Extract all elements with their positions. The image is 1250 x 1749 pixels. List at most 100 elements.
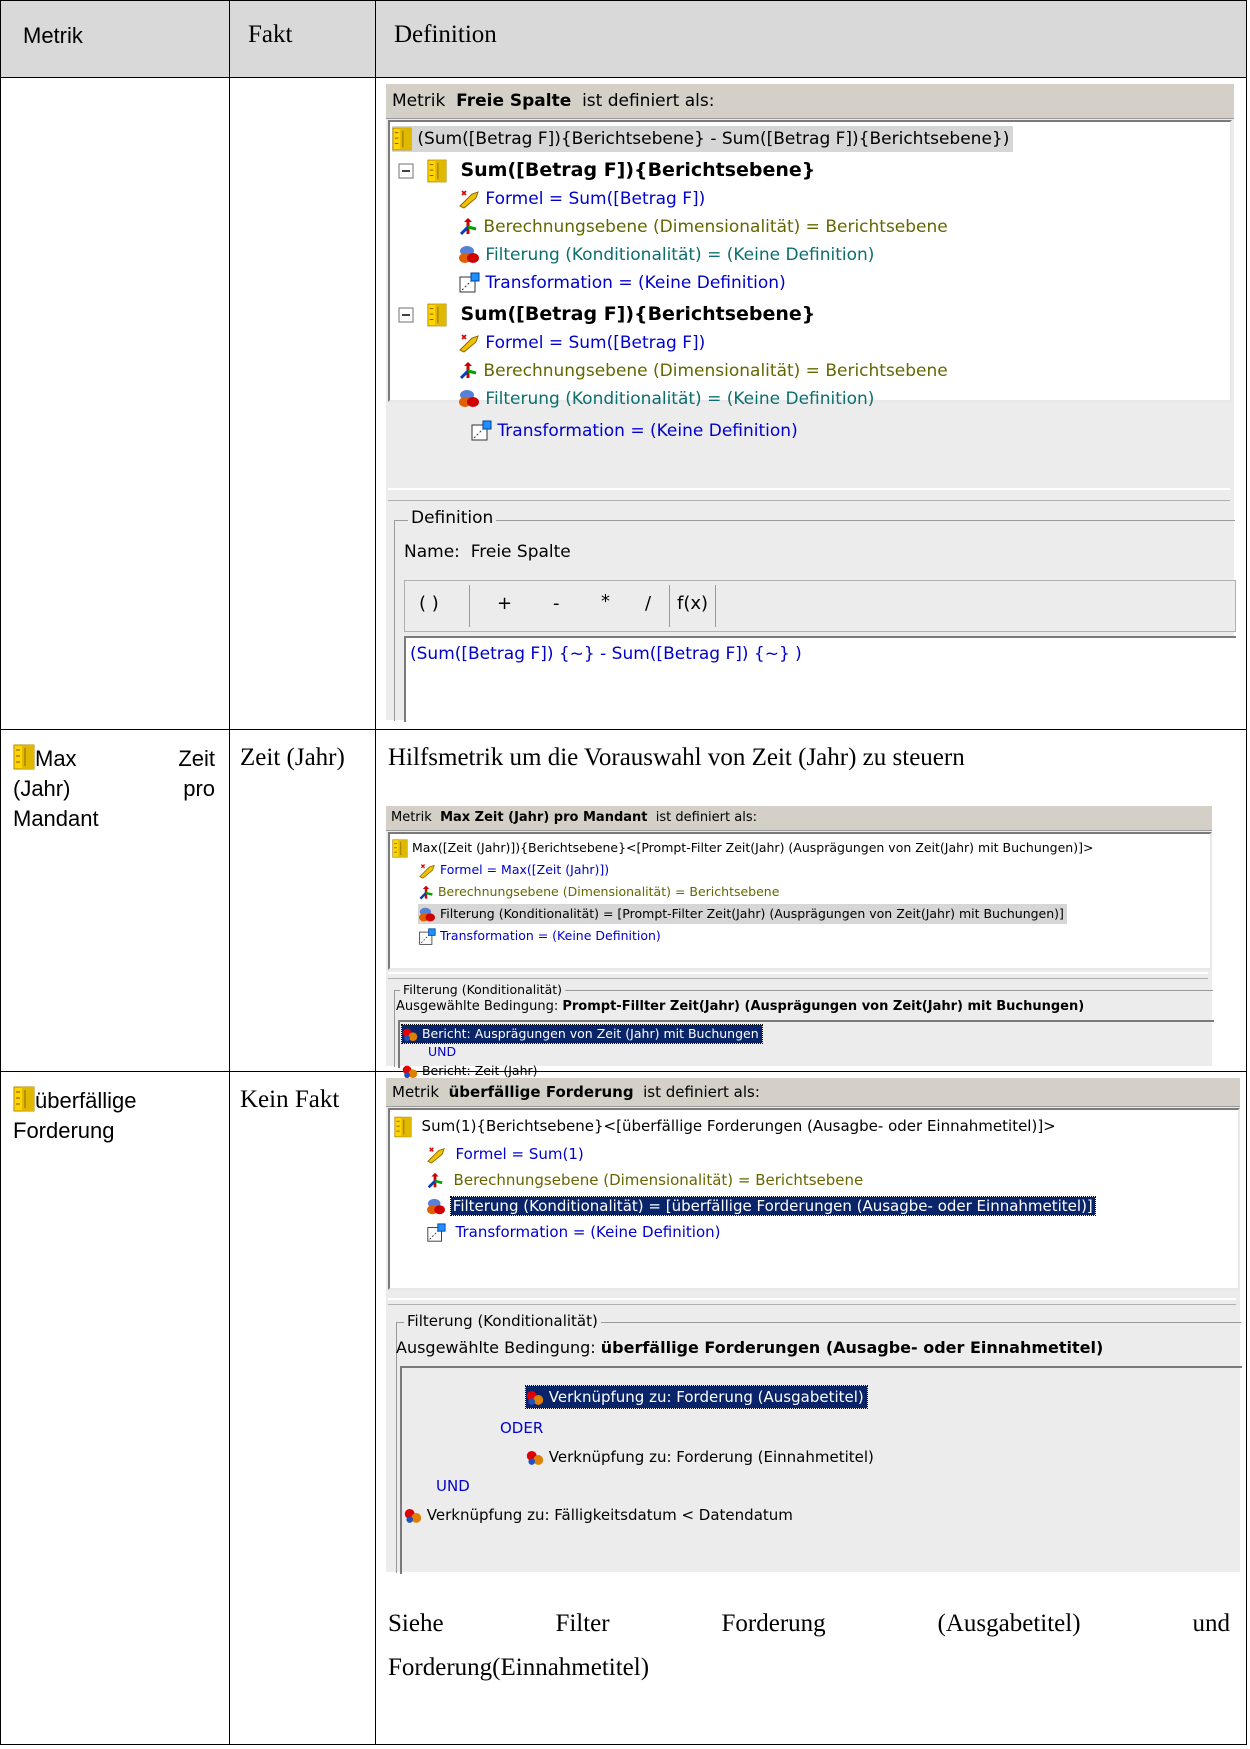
condition-icon bbox=[526, 1449, 544, 1466]
tree-formel[interactable]: Formel = Max([Zeit (Jahr)]) bbox=[418, 860, 609, 880]
minus-button[interactable]: - bbox=[553, 593, 560, 614]
tree-filterung[interactable]: Filterung (Konditionalität) = (Keine Def… bbox=[458, 242, 874, 268]
table-row: überfällige Forderung Kein Fakt Metrik ü… bbox=[0, 1071, 1247, 1745]
formula-tree[interactable]: Max([Zeit (Jahr)]){Berichtsebene}<[Promp… bbox=[388, 832, 1212, 970]
condition-icon bbox=[402, 1027, 418, 1042]
tree-transformation[interactable]: Transformation = (Keine Definition) bbox=[458, 270, 786, 296]
splitter[interactable] bbox=[388, 488, 1230, 501]
tree-node-1[interactable]: Sum([Betrag F]){Berichtsebene} bbox=[398, 156, 815, 184]
definition-group-label: Definition bbox=[408, 508, 497, 528]
note-line-2: Forderung(Einnahmetitel) bbox=[388, 1654, 650, 1681]
fact-cell: Zeit (Jahr) bbox=[229, 729, 376, 1072]
tree-formel[interactable]: Formel = Sum([Betrag F]) bbox=[458, 186, 705, 212]
expression-text: (Sum([Betrag F]) {~} - Sum([Betrag F]) {… bbox=[410, 644, 802, 664]
formel-icon bbox=[458, 189, 480, 209]
metric-line-2: (Jahr) pro bbox=[13, 776, 215, 801]
operator-toolbar: ( ) + - * / f(x) bbox=[404, 580, 1236, 632]
condition-item[interactable]: Verknüpfung zu: Fälligkeitsdatum < Daten… bbox=[404, 1504, 793, 1526]
metric-editor-screenshot: Metrik Freie Spalte ist definiert als: (… bbox=[386, 84, 1236, 722]
filter-icon bbox=[426, 1198, 446, 1216]
tree-berechnung[interactable]: Berechnungsebene (Dimensionalität) = Ber… bbox=[458, 214, 948, 240]
dimension-icon bbox=[418, 885, 434, 901]
tree-formel[interactable]: Formel = Sum(1) bbox=[426, 1142, 584, 1166]
note-line-1: Siehe Filter Forderung (Ausgabetitel) un… bbox=[388, 1610, 1230, 1637]
formel-icon bbox=[426, 1146, 446, 1164]
formel-icon bbox=[418, 863, 436, 879]
dimension-icon bbox=[458, 361, 478, 381]
tree-transformation[interactable]: Transformation = (Keine Definition) bbox=[470, 418, 798, 444]
formula-tree[interactable]: (Sum([Betrag F]){Berichtsebene} - Sum([B… bbox=[388, 120, 1232, 409]
tree-node-2[interactable]: Sum([Betrag F]){Berichtsebene} bbox=[398, 300, 815, 328]
transformation-icon bbox=[458, 272, 480, 294]
filter-group-label: Filterung (Konditionalität) bbox=[404, 1312, 601, 1330]
fact-cell: Kein Fakt bbox=[229, 1071, 376, 1745]
metric-editor-screenshot: Metrik überfällige Forderung ist definie… bbox=[386, 1078, 1242, 1574]
header-definition: Definition bbox=[375, 0, 1247, 78]
definition-cell: Hilfsmetrik um die Vorauswahl von Zeit (… bbox=[375, 729, 1247, 1072]
header-metric: Metrik bbox=[0, 0, 230, 78]
transformation-icon bbox=[426, 1223, 446, 1243]
definition-cell: Metrik überfällige Forderung ist definie… bbox=[375, 1071, 1247, 1745]
tree-root[interactable]: Sum(1){Berichtsebene}<[überfällige Forde… bbox=[394, 1114, 1056, 1138]
tree-transformation[interactable]: Transformation = (Keine Definition) bbox=[426, 1220, 721, 1244]
dimension-icon bbox=[458, 217, 478, 237]
collapse-icon[interactable] bbox=[398, 163, 414, 179]
multiply-button[interactable]: * bbox=[601, 591, 610, 612]
header-fact: Fakt bbox=[229, 0, 376, 78]
formula-tree[interactable]: Sum(1){Berichtsebene}<[überfällige Forde… bbox=[388, 1108, 1240, 1290]
condition-icon bbox=[526, 1389, 544, 1406]
editor-title: Metrik Freie Spalte ist definiert als: bbox=[386, 84, 1234, 119]
metric-icon bbox=[392, 127, 412, 151]
tree-filterung[interactable]: Filterung (Konditionalität) = [Prompt-Fi… bbox=[418, 904, 1067, 924]
tree-berechnung[interactable]: Berechnungsebene (Dimensionalität) = Ber… bbox=[426, 1168, 863, 1192]
tree-filterung[interactable]: Filterung (Konditionalität) = (Keine Def… bbox=[458, 386, 874, 412]
condition-tree[interactable]: Bericht: Ausprägungen von Zeit (Jahr) mi… bbox=[398, 1020, 1214, 1068]
metric-icon bbox=[427, 159, 447, 183]
operator-oder: ODER bbox=[500, 1419, 544, 1437]
tree-formel[interactable]: Formel = Sum([Betrag F]) bbox=[458, 330, 705, 356]
filter-icon bbox=[458, 389, 480, 409]
tree-berechnung[interactable]: Berechnungsebene (Dimensionalität) = Ber… bbox=[458, 358, 948, 384]
condition-item[interactable]: Verknüpfung zu: Forderung (Ausgabetitel) bbox=[525, 1385, 868, 1409]
function-button[interactable]: f(x) bbox=[677, 593, 708, 614]
condition-item[interactable]: Verknüpfung zu: Forderung (Einnahmetitel… bbox=[526, 1446, 874, 1468]
condition-tree[interactable]: Verknüpfung zu: Forderung (Ausgabetitel)… bbox=[400, 1366, 1242, 1574]
metric-icon bbox=[13, 744, 35, 770]
tree-root[interactable]: (Sum([Betrag F]){Berichtsebene} - Sum([B… bbox=[392, 126, 1014, 152]
tree-berechnung[interactable]: Berechnungsebene (Dimensionalität) = Ber… bbox=[418, 882, 779, 902]
splitter[interactable] bbox=[388, 1298, 1236, 1305]
transformation-icon bbox=[470, 420, 492, 442]
condition-icon bbox=[404, 1507, 422, 1524]
metric-line-2: Forderung bbox=[13, 1118, 115, 1143]
tree-root[interactable]: Max([Zeit (Jahr)]){Berichtsebene}<[Promp… bbox=[392, 838, 1093, 858]
splitter[interactable] bbox=[388, 972, 1208, 979]
divide-button[interactable]: / bbox=[645, 593, 651, 614]
condition-item[interactable]: Bericht: Ausprägungen von Zeit (Jahr) mi… bbox=[401, 1024, 763, 1044]
dimension-icon bbox=[426, 1172, 444, 1190]
filter-icon bbox=[458, 245, 480, 265]
table-header-row: Metrik Fakt Definition bbox=[0, 0, 1247, 78]
fact-cell-empty bbox=[229, 77, 376, 730]
editor-title: Metrik Max Zeit (Jahr) pro Mandant ist d… bbox=[386, 806, 1212, 831]
metric-line-1: Max Zeit bbox=[13, 744, 215, 774]
metric-cell: Max Zeit (Jahr) pro Mandant bbox=[0, 729, 230, 1072]
metric-cell-empty bbox=[0, 77, 230, 730]
tree-filterung[interactable]: Filterung (Konditionalität) = [überfälli… bbox=[426, 1194, 1096, 1218]
filter-group-label: Filterung (Konditionalität) bbox=[400, 982, 566, 997]
expression-field[interactable]: (Sum([Betrag F]) {~} - Sum([Betrag F]) {… bbox=[404, 636, 1236, 722]
collapse-icon[interactable] bbox=[398, 307, 414, 323]
paren-button[interactable]: ( ) bbox=[419, 593, 439, 614]
table-row: Metrik Freie Spalte ist definiert als: (… bbox=[0, 77, 1247, 730]
metric-line-1: überfällige bbox=[13, 1086, 215, 1116]
metric-icon bbox=[392, 839, 408, 858]
definition-cell: Metrik Freie Spalte ist definiert als: (… bbox=[375, 77, 1247, 730]
plus-button[interactable]: + bbox=[497, 593, 512, 614]
selected-condition: Ausgewählte Bedingung: Prompt-Fillter Ze… bbox=[396, 999, 1085, 1014]
formel-icon bbox=[458, 333, 480, 353]
selected-condition: Ausgewählte Bedingung: überfällige Forde… bbox=[396, 1338, 1104, 1357]
filter-icon bbox=[418, 907, 436, 923]
table-row: Max Zeit (Jahr) pro Mandant Zeit (Jahr) H… bbox=[0, 729, 1247, 1072]
metric-icon bbox=[427, 303, 447, 327]
tree-transformation[interactable]: Transformation = (Keine Definition) bbox=[418, 926, 661, 946]
description: Hilfsmetrik um die Vorauswahl von Zeit (… bbox=[388, 744, 965, 771]
